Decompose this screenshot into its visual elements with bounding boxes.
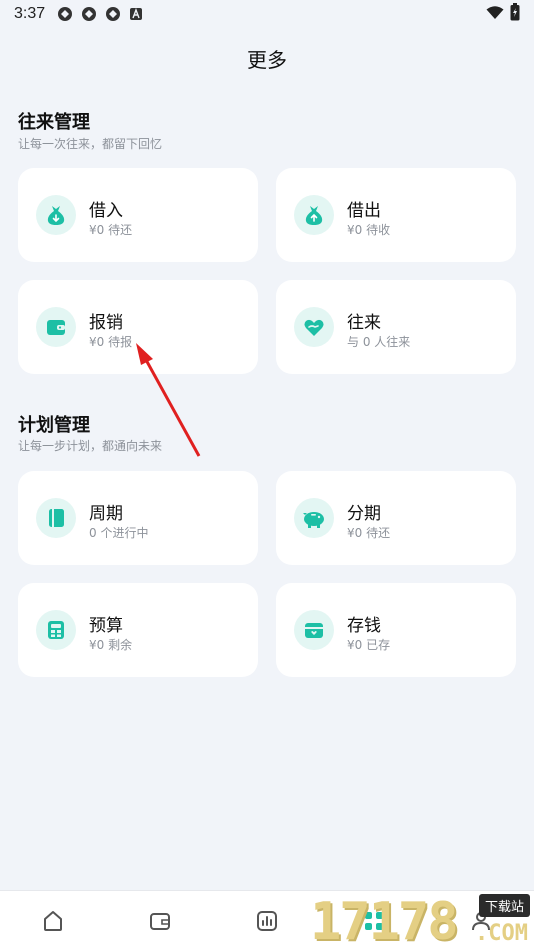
card-budget[interactable]: 预算 ¥0 剩余 [18, 583, 258, 677]
section-title-plan: 计划管理 [18, 415, 90, 436]
card-label: 周期 [89, 504, 123, 524]
card-label: 分期 [347, 504, 381, 524]
nav-chart-icon[interactable] [247, 901, 287, 941]
nav-more-grid-icon[interactable] [354, 901, 394, 941]
calculator-icon [36, 610, 76, 650]
card-cycle[interactable]: 周期 0 个进行中 [18, 471, 258, 565]
piggy-bank-icon [294, 498, 334, 538]
card-subtext: 0 个进行中 [89, 526, 149, 540]
card-installment[interactable]: 分期 ¥0 待还 [276, 471, 516, 565]
nav-wallet-icon[interactable] [140, 901, 180, 941]
notebook-icon [36, 498, 76, 538]
card-saving[interactable]: 存钱 ¥0 已存 [276, 583, 516, 677]
card-subtext: ¥0 待还 [347, 526, 391, 540]
card-label: 存钱 [347, 616, 381, 636]
nav-profile-icon[interactable] [461, 901, 501, 941]
card-label: 预算 [89, 616, 123, 636]
nav-home-icon[interactable] [33, 901, 73, 941]
bottom-nav [0, 890, 534, 950]
section-subtitle-plan: 让每一步计划，都通向未来 [18, 439, 163, 453]
card-subtext: ¥0 剩余 [89, 638, 133, 652]
card-subtext: ¥0 已存 [347, 638, 391, 652]
savings-box-icon [294, 610, 334, 650]
